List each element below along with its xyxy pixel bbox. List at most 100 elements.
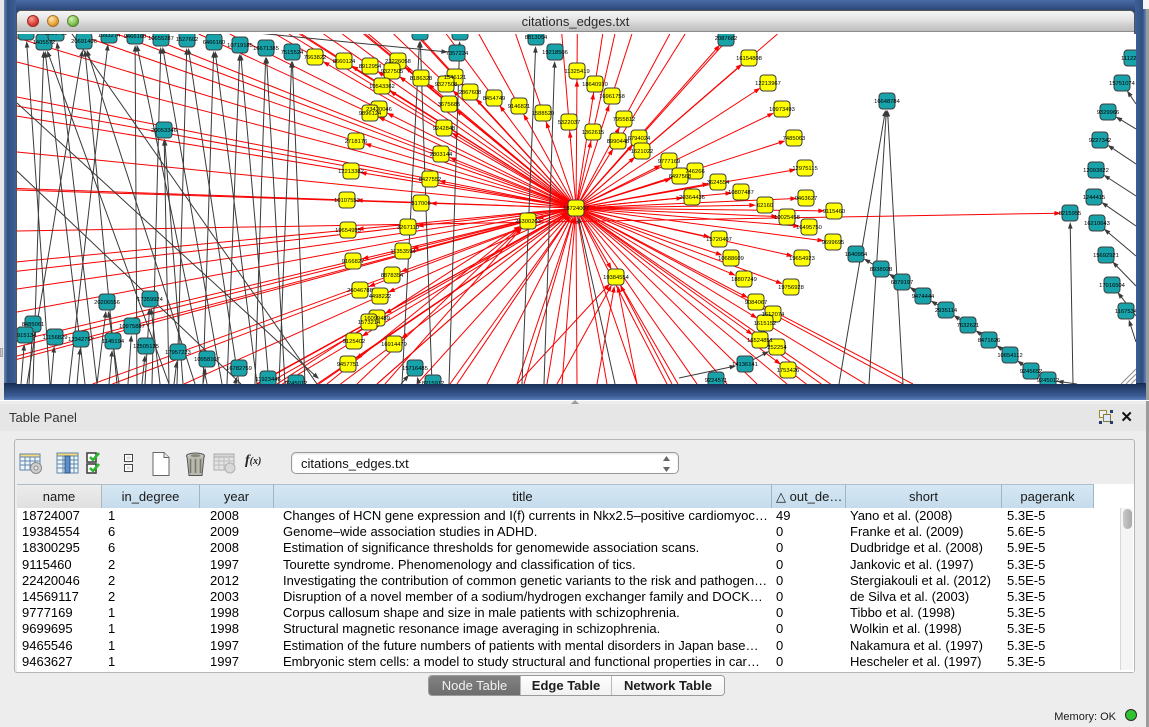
svg-text:2935114: 2935114 [935,308,958,314]
svg-text:12213967: 12213967 [755,81,781,87]
svg-text:3675685: 3675685 [438,102,461,108]
svg-text:10543362: 10543362 [369,84,395,90]
svg-text:9245012: 9245012 [285,381,308,384]
svg-text:8215912: 8215912 [422,381,445,384]
svg-text:9699695: 9699695 [822,240,845,246]
svg-text:1546121: 1546121 [444,75,467,81]
svg-text:16671385: 16671385 [253,46,279,52]
svg-text:23226058: 23226058 [385,59,411,65]
svg-text:12505135: 12505135 [133,344,159,350]
svg-text:6466160: 6466160 [203,40,226,46]
svg-text:9931731: 9931731 [45,34,68,37]
svg-text:252254: 252254 [767,345,787,351]
svg-text:10107553: 10107553 [334,198,360,204]
svg-text:10654112: 10654112 [997,353,1022,359]
svg-text:9166827: 9166827 [342,259,365,265]
svg-text:1573214: 1573214 [358,320,381,326]
svg-text:15720407: 15720407 [706,237,732,243]
svg-text:8485061: 8485061 [22,322,45,328]
svg-text:17359924: 17359924 [137,297,164,303]
svg-text:9463627: 9463627 [795,196,818,202]
svg-text:16524851: 16524851 [747,338,773,344]
svg-text:8660124: 8660124 [333,59,356,65]
svg-text:8471626: 8471626 [978,338,1001,344]
svg-text:2087682: 2087682 [715,36,738,42]
svg-text:7955812: 7955812 [613,117,636,123]
svg-text:16648784: 16648784 [874,99,901,105]
svg-text:15692921: 15692921 [1093,253,1119,259]
svg-text:19654923: 19654923 [789,256,815,262]
svg-text:1244415: 1244415 [1083,195,1106,201]
svg-text:9245652: 9245652 [1020,369,1043,375]
svg-text:16914479: 16914479 [381,342,407,348]
svg-text:10655287: 10655287 [148,36,174,42]
svg-text:16210643: 16210643 [1084,221,1110,227]
svg-text:18807249: 18807249 [731,277,757,283]
svg-text:19654955: 19654955 [335,228,361,234]
svg-text:1640954: 1640954 [845,252,868,258]
svg-text:7663822: 7663822 [304,55,327,61]
svg-text:8454749: 8454749 [483,96,506,102]
svg-text:11325419: 11325419 [564,69,589,75]
svg-text:19218506: 19218506 [542,50,568,56]
svg-text:10807487: 10807487 [728,190,754,196]
svg-text:8813774: 8813774 [449,34,472,36]
svg-text:18724007: 18724007 [563,206,589,212]
svg-text:14136141: 14136141 [732,362,758,368]
svg-text:2867608: 2867608 [459,90,482,96]
svg-text:10975887: 10975887 [119,324,145,330]
svg-text:9146821: 9146821 [508,104,531,110]
svg-text:1621022: 1621022 [631,149,654,155]
svg-text:1112274: 1112274 [1121,56,1136,62]
svg-text:12093822: 12093822 [1083,168,1109,174]
svg-text:9777169: 9777169 [658,159,681,165]
svg-text:2405572: 2405572 [17,34,37,36]
svg-text:9227342: 9227342 [1089,138,1112,144]
svg-text:20691406: 20691406 [71,39,97,45]
svg-text:1362615: 1362615 [582,130,605,136]
svg-text:16495750: 16495750 [796,225,822,231]
svg-text:9466160: 9466160 [124,34,147,40]
svg-text:9896124: 9896124 [359,111,382,117]
svg-text:9327505: 9327505 [381,69,404,75]
svg-text:9245012: 9245012 [1037,378,1060,384]
svg-text:6794024: 6794024 [628,136,651,142]
svg-text:7485063: 7485063 [783,136,806,142]
svg-text:11353594: 11353594 [390,249,416,255]
svg-text:10958107: 10958107 [194,357,220,363]
svg-text:6497568: 6497568 [669,174,692,180]
svg-text:1615152: 1615152 [754,321,777,327]
svg-text:20053346: 20053346 [151,128,177,134]
svg-text:10719185: 10719185 [227,43,253,49]
svg-text:16782759: 16782759 [226,366,252,372]
svg-text:9115460: 9115460 [823,209,845,215]
svg-text:7357224: 7357224 [446,51,469,57]
svg-text:10025458: 10025458 [774,215,800,221]
svg-text:2803144: 2803144 [430,152,453,158]
svg-text:9084067: 9084067 [745,300,768,306]
svg-text:8878354: 8878354 [381,273,404,279]
svg-text:16033809: 16033809 [407,34,433,36]
svg-text:15751074: 15751074 [1109,81,1136,87]
svg-text:10688609: 10688609 [718,256,744,262]
svg-text:11923446: 11923446 [255,377,280,383]
svg-text:8938928: 8938928 [870,267,893,273]
svg-text:16154808: 16154808 [736,56,762,62]
svg-text:1405572: 1405572 [33,40,56,46]
svg-text:16961758: 16961758 [599,94,625,100]
svg-text:8813054: 8813054 [525,35,548,41]
svg-text:9327508: 9327508 [435,82,458,88]
svg-text:12213382: 12213382 [338,169,364,175]
svg-text:9242848: 9242848 [433,126,456,132]
svg-text:62160: 62160 [757,203,773,209]
svg-text:9457751: 9457751 [337,362,360,368]
svg-text:1612074: 1612074 [762,312,785,318]
svg-text:317006: 317006 [411,201,430,207]
svg-text:18640910: 18640910 [582,82,608,88]
svg-text:9125402: 9125402 [343,339,366,345]
svg-text:1145194: 1145194 [102,339,125,345]
svg-text:20206556: 20206556 [94,300,120,306]
svg-text:3915134: 3915134 [17,333,37,339]
svg-text:8990448: 8990448 [607,139,630,145]
svg-text:1527602: 1527602 [176,37,199,43]
